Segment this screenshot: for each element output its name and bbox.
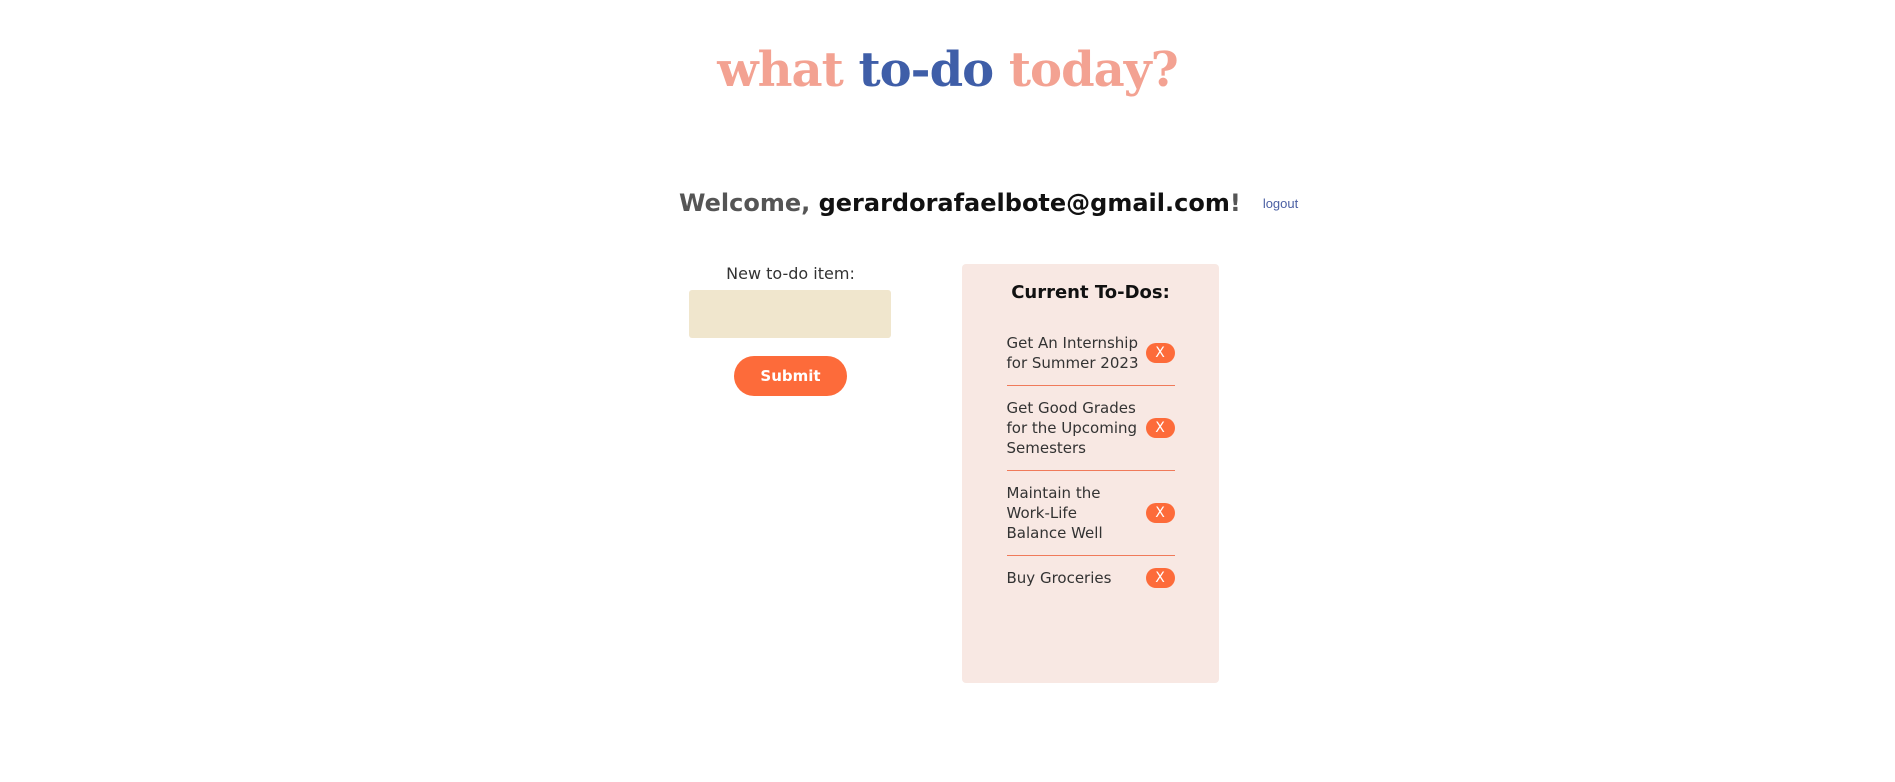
todo-text: Get An Internship for Summer 2023 bbox=[1006, 334, 1139, 372]
todo-text: Get Good Grades for the Upcoming Semeste… bbox=[1006, 399, 1138, 457]
todo-item: Maintain the Work-Life Balance Well X bbox=[1006, 471, 1175, 556]
delete-todo-button[interactable]: X bbox=[1145, 343, 1175, 363]
todo-text: Maintain the Work-Life Balance Well bbox=[1006, 484, 1103, 542]
welcome-prefix: Welcome, bbox=[679, 189, 819, 217]
submit-button[interactable]: Submit bbox=[734, 356, 847, 396]
new-item-input[interactable] bbox=[689, 290, 891, 338]
current-todos-panel: Current To-Dos: Get An Internship for Su… bbox=[962, 264, 1219, 683]
delete-todo-button[interactable]: X bbox=[1145, 418, 1175, 438]
welcome-suffix: ! bbox=[1229, 189, 1241, 217]
todo-text: Buy Groceries bbox=[1006, 569, 1112, 587]
todo-item: Get An Internship for Summer 2023 X bbox=[1006, 321, 1175, 386]
todo-list: Get An Internship for Summer 2023 X Get … bbox=[1006, 321, 1175, 600]
title-word-todo: to-do bbox=[858, 42, 994, 99]
current-todos-title: Current To-Dos: bbox=[1011, 282, 1170, 303]
new-item-form: New to-do item: Submit bbox=[689, 264, 892, 396]
new-item-label: New to-do item: bbox=[726, 264, 855, 283]
delete-todo-button[interactable]: X bbox=[1145, 568, 1175, 588]
todo-item: Get Good Grades for the Upcoming Semeste… bbox=[1006, 386, 1175, 471]
welcome-message: Welcome, gerardorafaelbote@gmail.com! bbox=[679, 189, 1241, 217]
logout-link[interactable]: logout bbox=[1263, 196, 1298, 211]
delete-todo-button[interactable]: X bbox=[1145, 503, 1175, 523]
title-word-what: what bbox=[717, 42, 843, 99]
welcome-row: Welcome, gerardorafaelbote@gmail.com! lo… bbox=[679, 186, 1298, 220]
todo-item: Buy Groceries X bbox=[1007, 556, 1175, 600]
title-word-today: today? bbox=[1008, 42, 1179, 99]
app-title: what to-do today? bbox=[0, 38, 1895, 102]
user-email: gerardorafaelbote@gmail.com bbox=[818, 189, 1230, 217]
